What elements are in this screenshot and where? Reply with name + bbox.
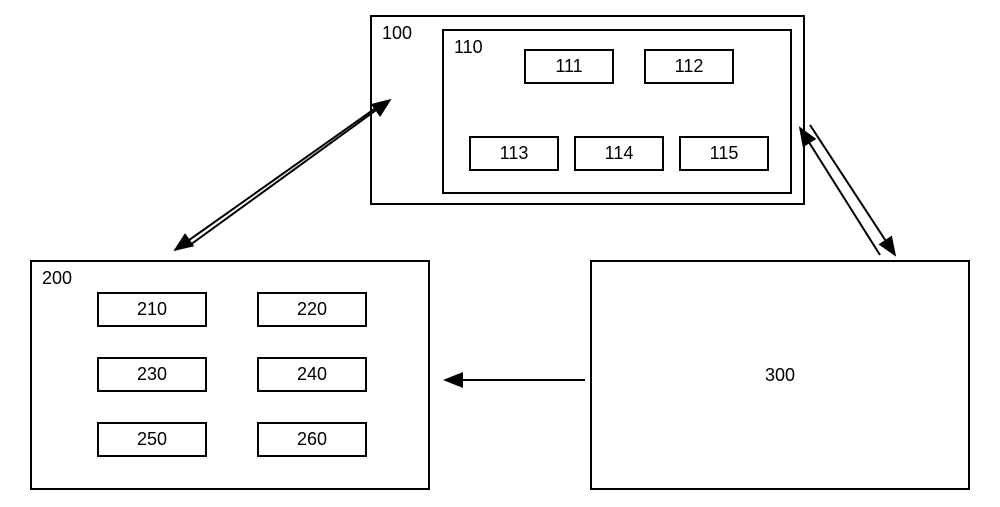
block-110: 110 111 112 113 114 115 (442, 29, 792, 194)
box-115-label: 115 (710, 143, 739, 164)
block-300-label: 300 (765, 365, 795, 386)
block-110-label: 110 (454, 37, 483, 58)
box-230-label: 230 (137, 364, 167, 385)
arrow-100-to-300 (810, 125, 895, 255)
box-114: 114 (574, 136, 664, 171)
box-240: 240 (257, 357, 367, 392)
box-220-label: 220 (297, 299, 327, 320)
box-111-label: 111 (555, 56, 582, 77)
box-250: 250 (97, 422, 207, 457)
block-200: 200 210 220 230 240 250 260 (30, 260, 430, 490)
box-111: 111 (524, 49, 614, 84)
box-260-label: 260 (297, 429, 327, 450)
box-112: 112 (644, 49, 734, 84)
block-200-label: 200 (42, 268, 72, 289)
box-112-label: 112 (675, 56, 704, 77)
arrow-100-to-200 (175, 105, 380, 250)
box-113-label: 113 (500, 143, 529, 164)
box-260: 260 (257, 422, 367, 457)
box-220: 220 (257, 292, 367, 327)
block-100: 100 110 111 112 113 114 115 (370, 15, 805, 205)
arrow-200-to-100 (190, 100, 390, 245)
box-113: 113 (469, 136, 559, 171)
block-100-label: 100 (382, 23, 412, 44)
box-114-label: 114 (605, 143, 634, 164)
box-115: 115 (679, 136, 769, 171)
box-240-label: 240 (297, 364, 327, 385)
box-250-label: 250 (137, 429, 167, 450)
block-300: 300 (590, 260, 970, 490)
box-210-label: 210 (137, 299, 167, 320)
box-210: 210 (97, 292, 207, 327)
arrow-300-to-100 (800, 128, 880, 255)
box-230: 230 (97, 357, 207, 392)
